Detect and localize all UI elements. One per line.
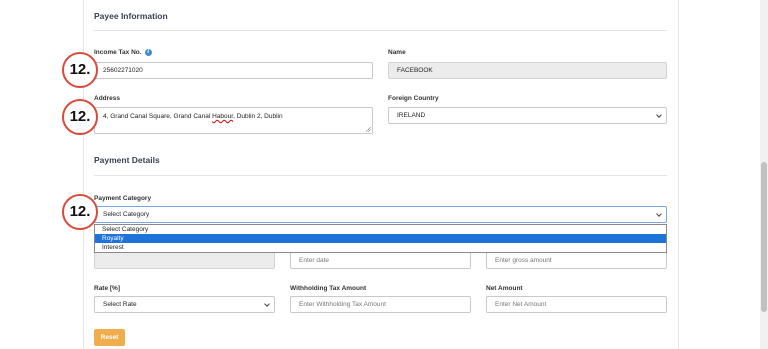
- income-tax-label: Income Tax No. i: [94, 49, 152, 56]
- resize-handle-icon[interactable]: [366, 127, 371, 132]
- net-amount-label: Net Amount: [486, 285, 523, 292]
- section-divider: [94, 30, 667, 31]
- section-divider: [94, 175, 667, 176]
- payment-category-select[interactable]: Select Category: [94, 206, 667, 223]
- step-badge: 12.: [62, 99, 98, 135]
- address-text-end: , Dublin 2, Dublin: [233, 113, 283, 120]
- step-badge: 12.: [62, 52, 98, 88]
- income-tax-input[interactable]: 25602271020: [94, 62, 373, 79]
- withholding-tax-label: Withholding Tax Amount: [290, 285, 367, 292]
- scrollbar-thumb[interactable]: [761, 162, 767, 312]
- address-text-start: 4, Grand Canal Square, Grand Canal: [103, 113, 213, 120]
- rate-label: Rate [%]: [94, 285, 121, 292]
- foreign-country-label: Foreign Country: [388, 95, 439, 102]
- step-badge: 12.: [62, 194, 98, 230]
- net-amount-input[interactable]: Enter Net Amount: [486, 296, 667, 313]
- payment-category-label: Payment Category: [94, 195, 152, 202]
- name-field: FACEBOOK: [388, 62, 667, 79]
- address-text-misspelled: Habour: [212, 113, 234, 120]
- address-textarea[interactable]: 4, Grand Canal Square, Grand Canal Habou…: [94, 107, 373, 134]
- withholding-tax-input[interactable]: Enter Withholding Tax Amount: [290, 296, 471, 313]
- address-label: Address: [94, 95, 121, 102]
- payment-category-dropdown: Select Category Royalty Interest: [94, 224, 667, 253]
- gross-amount-input[interactable]: Enter gross amount: [486, 252, 667, 269]
- dropdown-option-royalty[interactable]: Royalty: [95, 234, 666, 243]
- name-label: Name: [388, 49, 406, 56]
- reset-button[interactable]: Reset: [94, 329, 125, 346]
- foreign-country-select[interactable]: IRELAND: [388, 107, 667, 124]
- info-icon[interactable]: i: [144, 49, 152, 56]
- section-title-payee: Payee Information: [94, 11, 168, 21]
- readonly-field: [94, 252, 275, 269]
- section-title-payment: Payment Details: [94, 155, 160, 165]
- income-tax-label-text: Income Tax No.: [94, 49, 142, 57]
- rate-select[interactable]: Select Rate: [94, 296, 275, 313]
- dropdown-option-interest[interactable]: Interest: [95, 243, 666, 252]
- scrollbar[interactable]: [760, 0, 768, 349]
- dropdown-option-select-category[interactable]: Select Category: [95, 225, 666, 234]
- date-input[interactable]: Enter date: [290, 252, 471, 269]
